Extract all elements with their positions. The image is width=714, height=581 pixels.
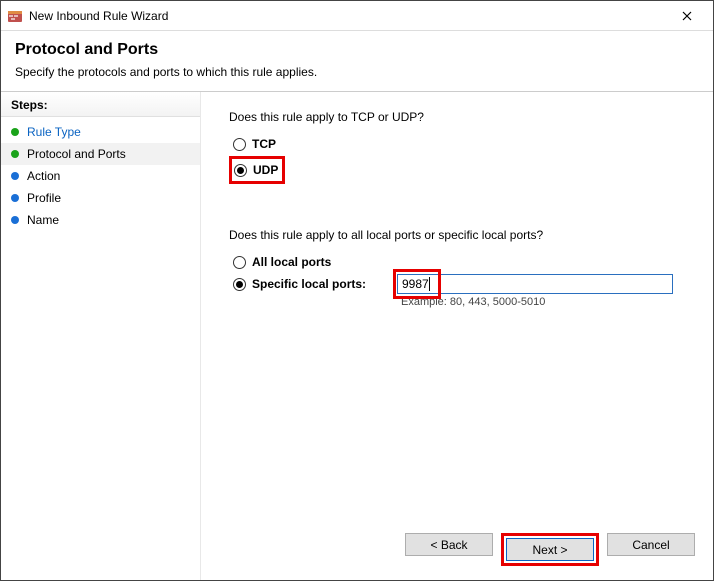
question-protocol: Does this rule apply to TCP or UDP? (229, 110, 689, 124)
page-subtitle: Specify the protocols and ports to which… (15, 65, 699, 79)
radio-tcp[interactable]: TCP (233, 134, 689, 154)
step-label[interactable]: Rule Type (27, 125, 81, 139)
page-title: Protocol and Ports (15, 41, 699, 59)
step-protocol-ports[interactable]: Protocol and Ports (1, 143, 200, 165)
step-label: Action (27, 169, 60, 183)
highlight-udp: UDP (229, 156, 285, 184)
step-action[interactable]: Action (1, 165, 200, 187)
radio-icon (233, 256, 246, 269)
firewall-icon (7, 8, 23, 24)
step-profile[interactable]: Profile (1, 187, 200, 209)
back-button[interactable]: < Back (405, 533, 493, 556)
radio-label: All local ports (252, 255, 331, 269)
footer-buttons: < Back Next > Cancel (405, 533, 695, 566)
bullet-icon (11, 128, 19, 136)
bullet-icon (11, 216, 19, 224)
radio-icon (233, 138, 246, 151)
next-button[interactable]: Next > (506, 538, 594, 561)
radio-icon (233, 278, 246, 291)
step-label: Name (27, 213, 59, 227)
step-name[interactable]: Name (1, 209, 200, 231)
step-rule-type[interactable]: Rule Type (1, 121, 200, 143)
radio-label: Specific local ports: (252, 277, 366, 291)
ports-input-wrap (397, 274, 673, 294)
radio-label: UDP (253, 163, 278, 177)
text-caret (429, 277, 430, 291)
body: Steps: Rule Type Protocol and Ports Acti… (1, 92, 713, 580)
highlight-next: Next > (501, 533, 599, 566)
sidebar: Steps: Rule Type Protocol and Ports Acti… (1, 92, 201, 580)
radio-udp[interactable]: UDP (234, 160, 278, 180)
close-button[interactable] (667, 2, 707, 30)
wizard-window: New Inbound Rule Wizard Protocol and Por… (0, 0, 714, 581)
ports-example: Example: 80, 443, 5000-5010 (401, 296, 689, 308)
ports-input[interactable] (397, 274, 673, 294)
steps-list: Rule Type Protocol and Ports Action Prof… (1, 117, 200, 235)
question-ports: Does this rule apply to all local ports … (229, 228, 689, 242)
radio-icon (234, 164, 247, 177)
titlebar: New Inbound Rule Wizard (1, 1, 713, 31)
radio-specific-ports[interactable]: Specific local ports: (233, 277, 391, 291)
step-label: Protocol and Ports (27, 147, 126, 161)
window-title: New Inbound Rule Wizard (29, 9, 667, 23)
step-label: Profile (27, 191, 61, 205)
radio-all-ports[interactable]: All local ports (233, 252, 689, 272)
bullet-icon (11, 150, 19, 158)
main-panel: Does this rule apply to TCP or UDP? TCP … (201, 92, 713, 580)
cancel-button[interactable]: Cancel (607, 533, 695, 556)
sidebar-header: Steps: (1, 92, 200, 117)
bullet-icon (11, 172, 19, 180)
page-header: Protocol and Ports Specify the protocols… (1, 31, 713, 91)
ports-section: Does this rule apply to all local ports … (229, 228, 689, 308)
radio-label: TCP (252, 137, 276, 151)
bullet-icon (11, 194, 19, 202)
radio-specific-ports-row: Specific local ports: (233, 274, 689, 294)
